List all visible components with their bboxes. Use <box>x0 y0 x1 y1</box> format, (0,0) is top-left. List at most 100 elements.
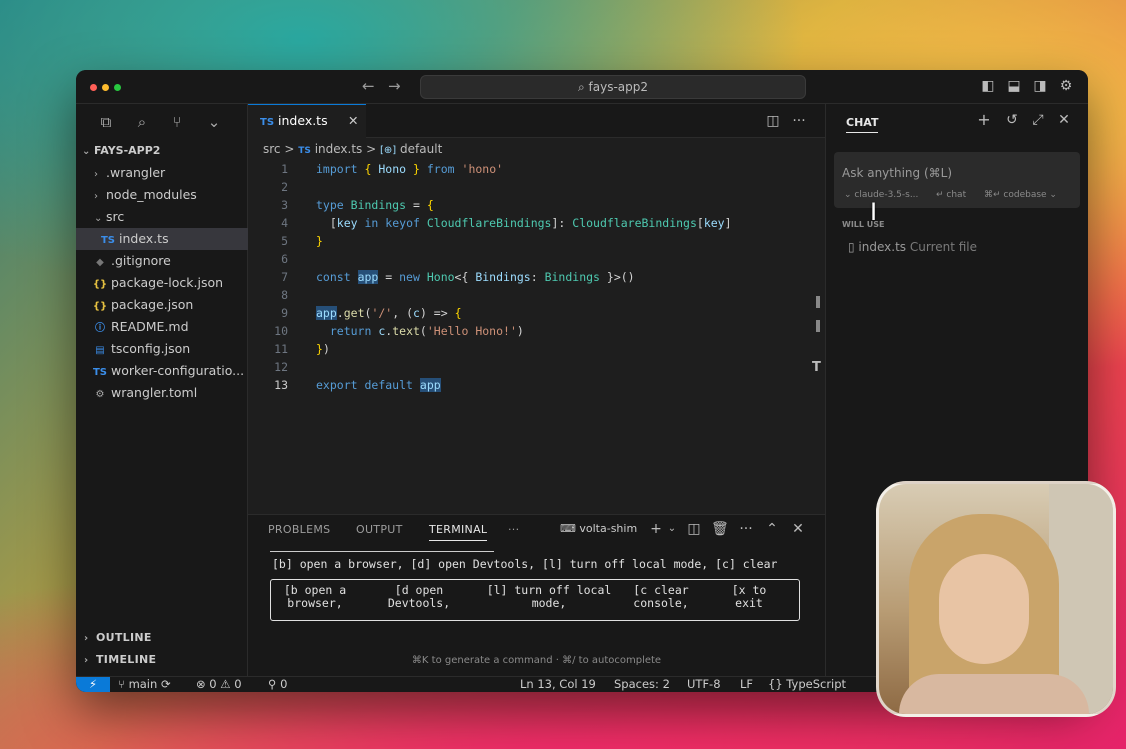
project-root[interactable]: ⌄ FAYS-APP2 <box>76 140 248 162</box>
git-file-icon: ◆ <box>96 257 104 268</box>
close-icon[interactable]: ✕ <box>1056 112 1072 128</box>
error-icon: ⊗ <box>196 677 210 691</box>
tree-item-node-modules[interactable]: › node_modules <box>76 184 248 206</box>
chevron-down-icon: ⌄ <box>82 146 91 157</box>
language-mode[interactable]: {} TypeScript <box>768 677 846 692</box>
chevron-down-icon[interactable]: ⌄ <box>204 112 224 132</box>
code-line[interactable]: type Bindings = { <box>316 198 434 212</box>
expand-icon[interactable]: ⤢ <box>1030 112 1046 128</box>
line-number: 5 <box>281 234 288 248</box>
tree-item-wrangler-toml[interactable]: ⚙ wrangler.toml <box>76 382 248 404</box>
zoom-window-button[interactable] <box>114 84 121 91</box>
line-number: 9 <box>281 306 288 320</box>
terminal-shell-selector[interactable]: ⌨ volta-shim <box>560 522 637 535</box>
code-line[interactable]: } <box>316 234 323 248</box>
typescript-file-icon: TS <box>100 235 116 246</box>
toggle-panel-icon[interactable]: ⬓ <box>1006 78 1022 94</box>
tab-problems[interactable]: PROBLEMS <box>268 523 330 536</box>
branch-indicator[interactable]: ⑂ main ⟳ <box>118 677 171 692</box>
tree-item-src[interactable]: ⌄ src <box>76 206 248 228</box>
chevron-down-icon: ⌄ <box>1046 190 1057 200</box>
close-icon[interactable]: ✕ <box>790 521 806 537</box>
trash-icon[interactable]: 🗑 <box>711 521 729 537</box>
chat-title[interactable]: CHAT <box>846 116 879 133</box>
tab-terminal[interactable]: TERMINAL <box>429 523 488 541</box>
back-arrow-icon[interactable]: ← <box>362 77 375 95</box>
terminal-shortcut: [c clear console, <box>633 583 689 610</box>
tab-index-ts[interactable]: TS index.ts ✕ <box>248 104 366 138</box>
tree-item-tsconfig[interactable]: ▤ tsconfig.json <box>76 338 248 360</box>
split-terminal-icon[interactable]: ◫ <box>686 521 702 537</box>
remote-icon[interactable]: ⚡ <box>76 677 110 692</box>
outline-section[interactable]: › OUTLINE <box>84 631 152 644</box>
line-ending[interactable]: LF <box>740 677 753 692</box>
encoding[interactable]: UTF-8 <box>687 677 721 692</box>
toggle-sidebar-icon[interactable]: ◧ <box>980 78 996 94</box>
close-window-button[interactable] <box>90 84 97 91</box>
search-icon: ⌕ <box>577 80 589 94</box>
tree-item-readme[interactable]: ⓘ README.md <box>76 316 248 338</box>
code-line[interactable]: const app = new Hono<{ Bindings: Binding… <box>316 270 635 284</box>
json-file-icon: {} <box>92 279 108 290</box>
forward-arrow-icon[interactable]: → <box>388 77 401 95</box>
terminal-panel: PROBLEMS OUTPUT TERMINAL ··· ⌨ volta-shi… <box>248 514 825 676</box>
more-tabs-icon[interactable]: ··· <box>508 523 519 536</box>
chevron-right-icon: › <box>84 655 89 666</box>
chat-input[interactable]: Ask anything (⌘L) <box>842 166 952 180</box>
new-chat-icon[interactable]: + <box>976 112 992 128</box>
ports-indicator[interactable]: ⚲ 0 <box>268 677 287 692</box>
terminal-hint: ⌘K to generate a command · ⌘/ to autocom… <box>411 655 662 666</box>
close-icon[interactable]: ✕ <box>348 105 358 137</box>
scrollbar-marker <box>816 296 820 308</box>
new-terminal-icon[interactable]: + <box>648 521 664 537</box>
split-editor-icon[interactable]: ◫ <box>765 113 781 129</box>
tree-item-package-json[interactable]: {} package.json <box>76 294 248 316</box>
command-center-search[interactable]: ⌕ fays-app2 <box>420 75 806 99</box>
code-line[interactable]: }) <box>316 342 330 356</box>
gear-file-icon: ⚙ <box>95 389 105 400</box>
tree-item-gitignore[interactable]: ◆ .gitignore <box>76 250 248 272</box>
terminal-icon: ⌨ <box>560 522 580 535</box>
code-line[interactable]: import { Hono } from 'hono' <box>316 162 503 176</box>
source-control-icon[interactable]: ⑂ <box>167 112 187 132</box>
files-icon[interactable]: ⧉ <box>96 112 116 132</box>
line-number: 8 <box>281 288 288 302</box>
tree-item-index-ts[interactable]: TS index.ts <box>76 228 248 250</box>
code-line[interactable]: app.get('/', (c) => { <box>316 306 462 320</box>
search-icon[interactable]: ⌕ <box>132 112 152 132</box>
problems-indicator[interactable]: ⊗ 0 ⚠ 0 <box>196 677 242 692</box>
code-line[interactable]: return c.text('Hello Hono!') <box>316 324 524 338</box>
toggle-secondary-sidebar-icon[interactable]: ◨ <box>1032 78 1048 94</box>
tree-item-wrangler[interactable]: › .wrangler <box>76 162 248 184</box>
line-number: 10 <box>274 324 288 338</box>
tree-item-worker-config[interactable]: TS worker-configuratio... <box>76 360 248 382</box>
line-number: 3 <box>281 198 288 212</box>
minimize-window-button[interactable] <box>102 84 109 91</box>
activity-toolbar: ⧉ ⌕ ⑂ ⌄ <box>76 104 247 140</box>
settings-gear-icon[interactable]: ⚙ <box>1058 78 1074 94</box>
chevron-right-icon: › <box>94 191 98 202</box>
history-icon[interactable]: ↺ <box>1004 112 1020 128</box>
code-line[interactable]: export default app <box>316 378 441 392</box>
codebase-submit-button[interactable]: ⌘↵ codebase ⌄ <box>984 190 1057 200</box>
context-file-chip[interactable]: ▯ index.ts Current file <box>848 240 977 254</box>
chevron-down-icon[interactable]: ⌄ <box>664 521 680 537</box>
scrollbar-marker <box>816 320 820 332</box>
chat-submit-button[interactable]: ↵ chat <box>936 190 966 200</box>
terminal-shortcut: [l] turn off local mode, <box>486 583 612 610</box>
chevron-up-icon[interactable]: ⌃ <box>764 521 780 537</box>
terminal-shortcut-box: [b open a browser, [d open Devtools, [l] t… <box>270 579 800 621</box>
cursor-position[interactable]: Ln 13, Col 19 <box>520 677 596 692</box>
timeline-section[interactable]: › TIMELINE <box>84 653 156 666</box>
code-line[interactable]: [key in keyof CloudflareBindings]: Cloud… <box>316 216 732 230</box>
more-actions-icon[interactable]: ··· <box>738 521 754 537</box>
more-actions-icon[interactable]: ··· <box>791 113 807 129</box>
tree-item-package-lock[interactable]: {} package-lock.json <box>76 272 248 294</box>
webcam-face <box>939 554 1029 664</box>
line-number: 1 <box>281 162 288 176</box>
indentation[interactable]: Spaces: 2 <box>614 677 670 692</box>
tab-output[interactable]: OUTPUT <box>356 523 403 536</box>
model-selector[interactable]: ⌄ claude-3.5-s... <box>844 190 918 200</box>
line-number: 12 <box>274 360 288 374</box>
text-cursor-icon: I <box>870 198 878 226</box>
